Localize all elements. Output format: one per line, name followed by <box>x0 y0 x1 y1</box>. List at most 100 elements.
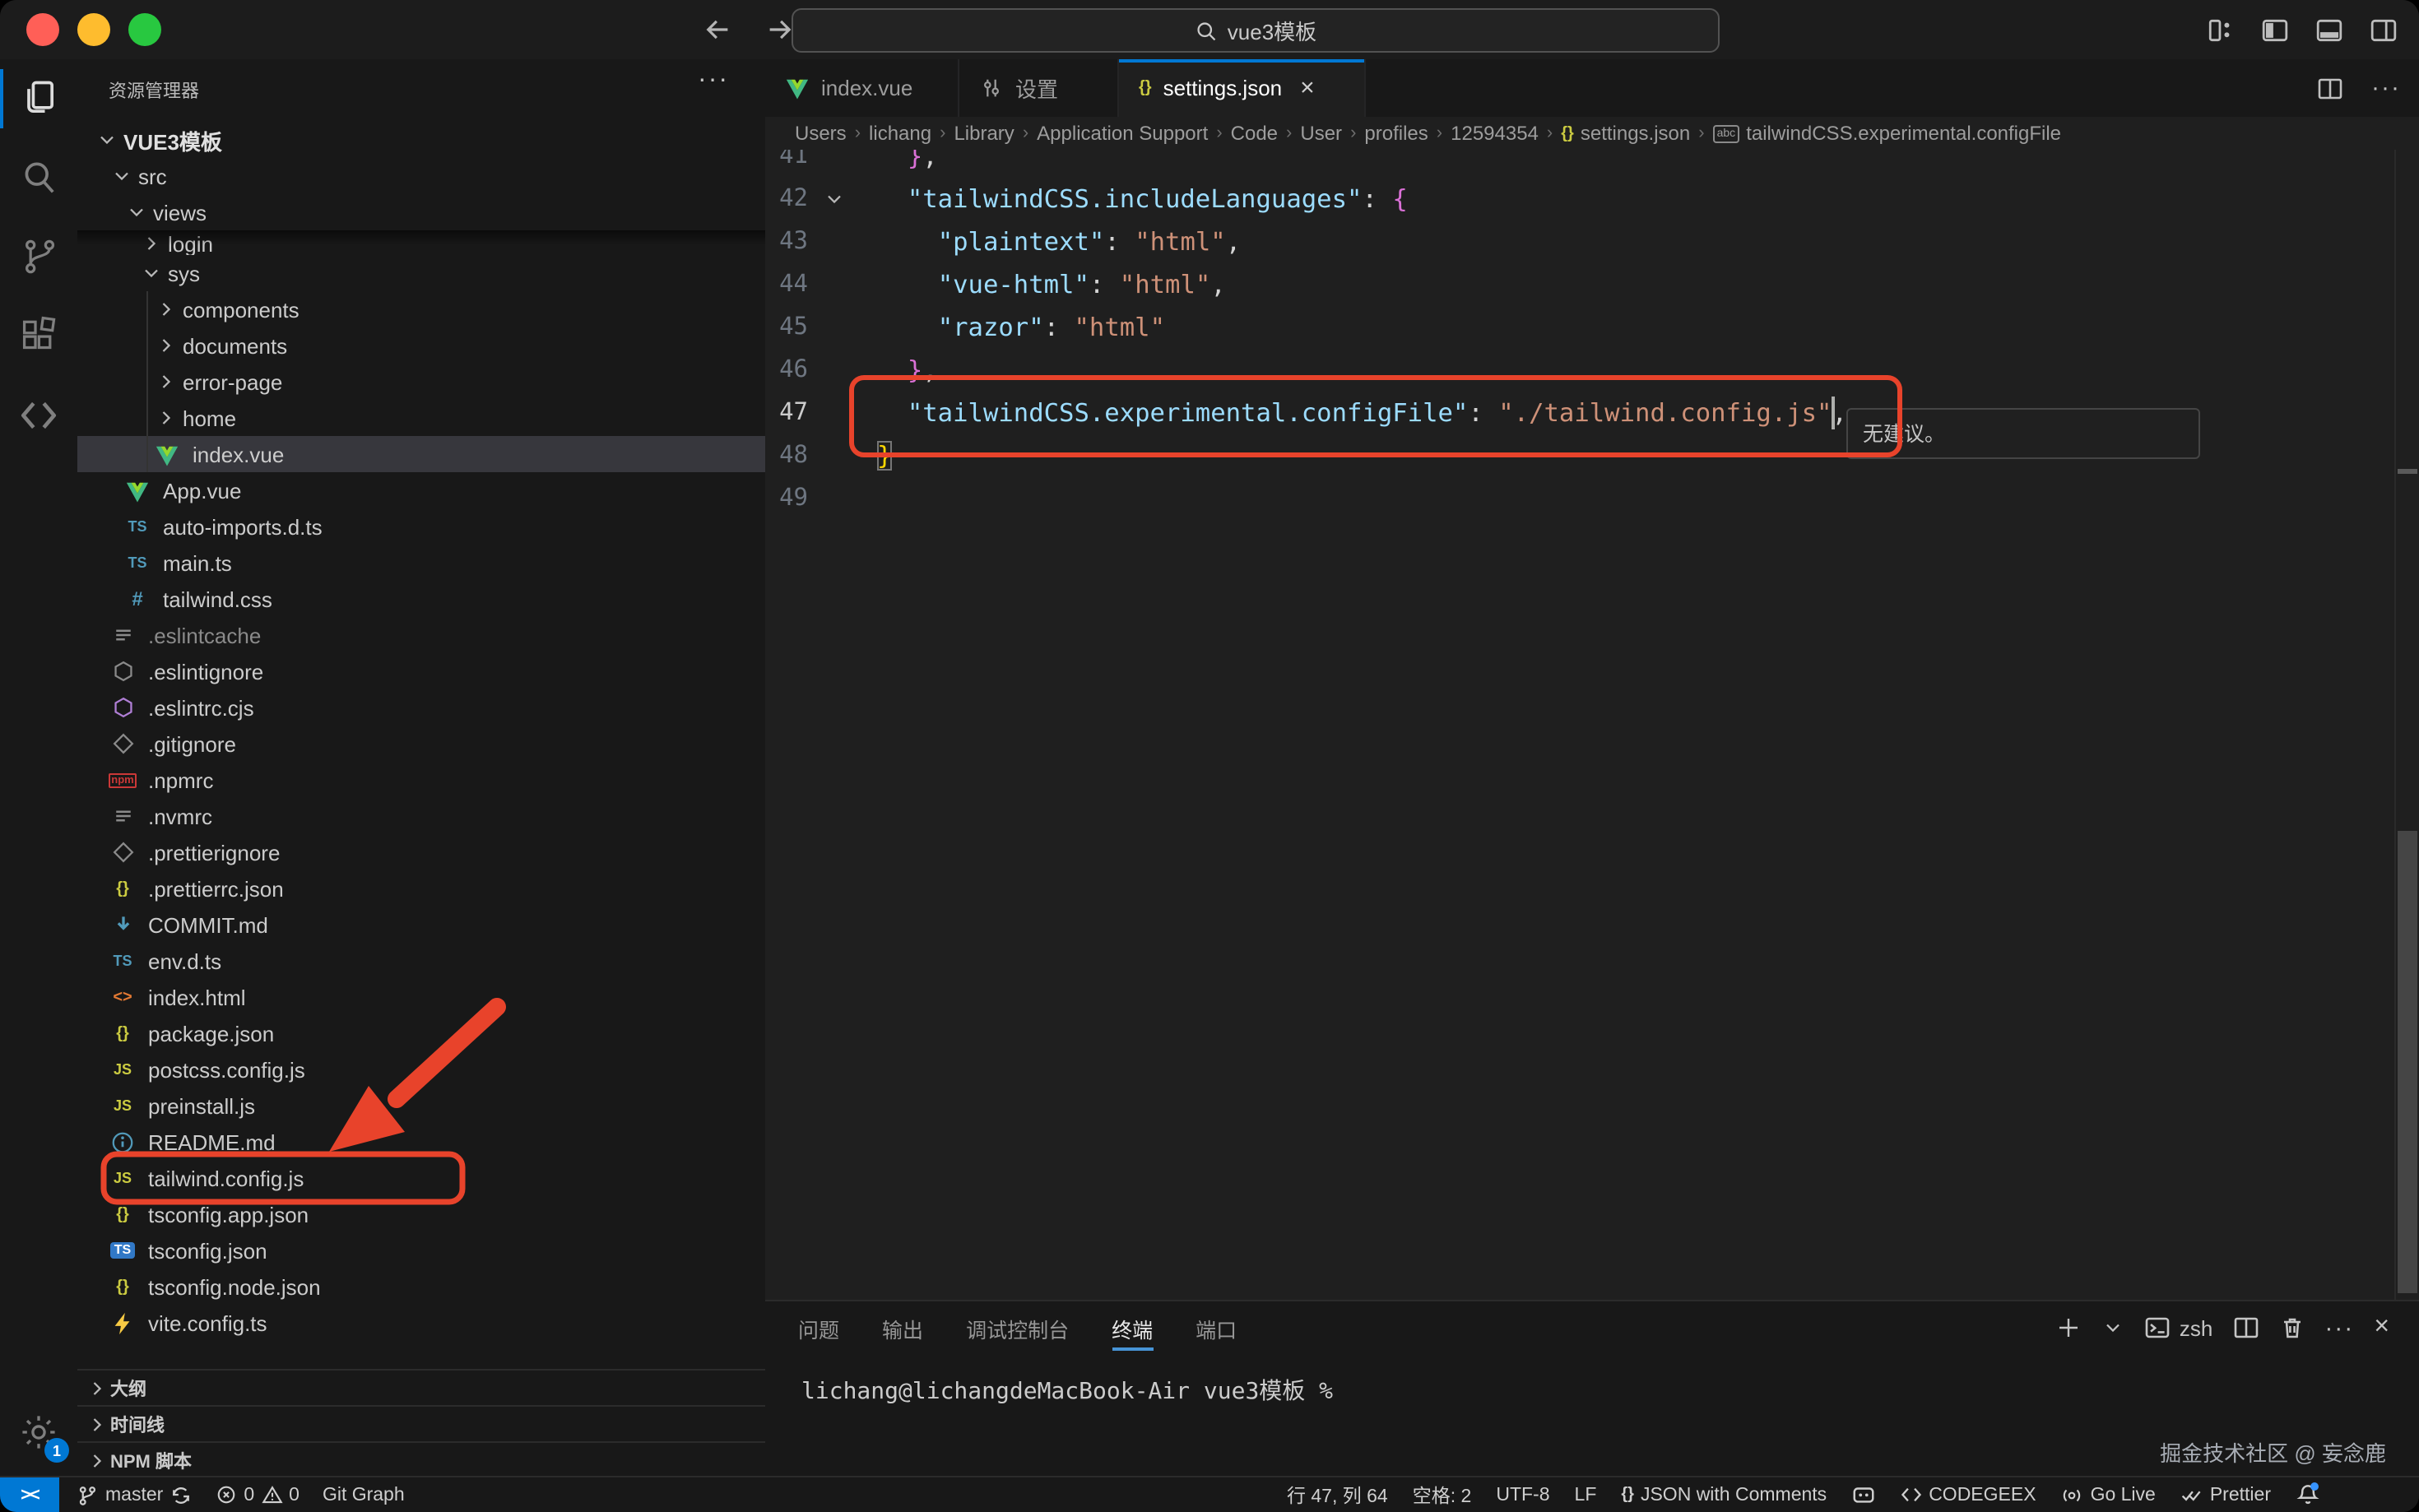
terminal-shell-item[interactable]: zsh <box>2145 1315 2212 1341</box>
code-editor[interactable]: 无建议。 41 },42 "tailwindCSS.includeLanguag… <box>765 150 2419 1300</box>
toggle-panel-icon[interactable] <box>2312 13 2345 46</box>
minimize-window-button[interactable] <box>77 13 110 46</box>
breadcrumb-item-lichang[interactable]: lichang <box>869 122 931 145</box>
tree-folder-VUE3模板[interactable]: VUE3模板 <box>77 122 765 158</box>
tree-file-.npmrc[interactable]: npm.npmrc <box>77 762 765 798</box>
tree-file-.prettierignore[interactable]: .prettierignore <box>77 834 765 870</box>
tree-file-tsconfig.json[interactable]: TStsconfig.json <box>77 1232 765 1269</box>
breadcrumb-item-settings.json[interactable]: {}settings.json <box>1561 122 1690 145</box>
split-editor-icon[interactable] <box>2314 72 2347 104</box>
panel-tab-调试控制台[interactable]: 调试控制台 <box>966 1301 1069 1354</box>
fold-chevron-icon[interactable] <box>821 178 847 220</box>
tab-settings.json[interactable]: {}settings.json× <box>1119 59 1366 117</box>
navigate-back-button[interactable] <box>698 10 737 49</box>
status-indentation[interactable]: 空格: 2 <box>1413 1482 1472 1508</box>
editor-more-actions-icon[interactable]: ··· <box>2370 72 2403 104</box>
item-label: .eslintcache <box>148 623 261 647</box>
status-cursor-position[interactable]: 行 47, 列 64 <box>1287 1482 1388 1508</box>
sidebar-section-NPM 脚本[interactable]: NPM 脚本 <box>77 1441 765 1476</box>
breadcrumb-item-User[interactable]: User <box>1300 122 1342 145</box>
status-codegeex[interactable]: CODEGEEX <box>1901 1484 2036 1505</box>
tree-file-postcss.config.js[interactable]: JSpostcss.config.js <box>77 1051 765 1088</box>
tree-folder-error-page[interactable]: error-page <box>77 364 765 400</box>
status-go-live[interactable]: Go Live <box>2061 1483 2156 1506</box>
breadcrumb-item-12594354[interactable]: 12594354 <box>1451 122 1539 145</box>
remote-indicator[interactable]: >< <box>0 1477 59 1512</box>
activity-extensions-icon[interactable] <box>0 296 77 375</box>
activity-source-control-icon[interactable] <box>0 217 77 296</box>
tree-file-.eslintrc.cjs[interactable]: .eslintrc.cjs <box>77 689 765 726</box>
new-terminal-icon[interactable] <box>2056 1315 2082 1341</box>
notifications-bell-icon[interactable] <box>2296 1482 2320 1507</box>
toggle-primary-sidebar-icon[interactable] <box>2258 13 2291 46</box>
tree-file-App.vue[interactable]: App.vue <box>77 472 765 508</box>
tree-folder-components[interactable]: components <box>77 291 765 327</box>
status-encoding[interactable]: UTF-8 <box>1496 1485 1549 1505</box>
status-problems[interactable]: 00 <box>216 1484 299 1505</box>
breadcrumb-item-profiles[interactable]: profiles <box>1364 122 1428 145</box>
tree-folder-views[interactable]: views <box>77 194 765 230</box>
tree-file-.eslintcache[interactable]: .eslintcache <box>77 617 765 653</box>
tree-file-tailwind.config.js[interactable]: JStailwind.config.js <box>77 1160 765 1196</box>
breadcrumb-item-Library[interactable]: Library <box>954 122 1014 145</box>
tree-file-main.ts[interactable]: TSmain.ts <box>77 545 765 581</box>
kill-terminal-icon[interactable] <box>2278 1315 2305 1341</box>
copilot-icon[interactable] <box>1851 1482 1876 1507</box>
status-git-graph[interactable]: Git Graph <box>323 1485 405 1505</box>
tree-file-.eslintignore[interactable]: .eslintignore <box>77 653 765 689</box>
command-center-search[interactable]: vue3模板 <box>792 8 1720 53</box>
tree-file-.gitignore[interactable]: .gitignore <box>77 726 765 762</box>
status-branch[interactable]: master <box>76 1483 193 1506</box>
tree-folder-sys[interactable]: sys <box>77 255 765 291</box>
close-panel-icon[interactable]: × <box>2374 1313 2389 1343</box>
tab-index.vue[interactable]: index.vue <box>765 59 959 117</box>
tree-file-README.md[interactable]: README.md <box>77 1124 765 1160</box>
panel-tab-问题[interactable]: 问题 <box>798 1301 839 1354</box>
more-actions-icon[interactable]: ··· <box>698 66 729 95</box>
customize-layout-icon[interactable] <box>2203 13 2236 46</box>
breadcrumb-item-Code[interactable]: Code <box>1231 122 1278 145</box>
close-window-button[interactable] <box>26 13 59 46</box>
tree-folder-src[interactable]: src <box>77 158 765 194</box>
tree-file-package.json[interactable]: {}package.json <box>77 1015 765 1051</box>
tree-file-index.vue[interactable]: index.vue <box>77 436 765 472</box>
status-language-mode[interactable]: {}JSON with Comments <box>1621 1485 1827 1505</box>
manage-gear-icon[interactable]: 1 <box>0 1389 77 1474</box>
editor-scrollbar-thumb[interactable] <box>2398 831 2417 1293</box>
activity-explorer-icon[interactable] <box>0 59 77 138</box>
panel-tab-终端[interactable]: 终端 <box>1112 1301 1153 1354</box>
breadcrumb-item-Users[interactable]: Users <box>795 122 847 145</box>
tree-file-preinstall.js[interactable]: JSpreinstall.js <box>77 1088 765 1124</box>
terminal-prompt[interactable]: lichang@lichangdeMacBook-Air vue3模板 % <box>801 1374 1333 1407</box>
tree-file-tsconfig.node.json[interactable]: {}tsconfig.node.json <box>77 1269 765 1305</box>
tree-file-.nvmrc[interactable]: .nvmrc <box>77 798 765 834</box>
tree-folder-documents[interactable]: documents <box>77 327 765 364</box>
sidebar-section-时间线[interactable]: 时间线 <box>77 1405 765 1443</box>
panel-more-actions-icon[interactable]: ··· <box>2324 1314 2354 1342</box>
tree-file-index.html[interactable]: <>index.html <box>77 979 765 1015</box>
tree-folder-home[interactable]: home <box>77 400 765 436</box>
zoom-window-button[interactable] <box>128 13 161 46</box>
close-icon[interactable]: × <box>1300 74 1315 102</box>
panel-tab-输出[interactable]: 输出 <box>882 1301 923 1354</box>
activity-search-icon[interactable] <box>0 138 77 217</box>
tab-设置[interactable]: 设置 <box>959 59 1119 117</box>
split-terminal-icon[interactable] <box>2232 1315 2259 1341</box>
toggle-secondary-sidebar-icon[interactable] <box>2366 13 2399 46</box>
tree-file-env.d.ts[interactable]: TSenv.d.ts <box>77 943 765 979</box>
tree-file-auto-imports.d.ts[interactable]: TSauto-imports.d.ts <box>77 508 765 545</box>
breadcrumb-item-Application Support[interactable]: Application Support <box>1037 122 1208 145</box>
tree-file-COMMIT.md[interactable]: COMMIT.md <box>77 907 765 943</box>
tree-file-tailwind.css[interactable]: #tailwind.css <box>77 581 765 617</box>
activity-codegeex-icon[interactable] <box>0 375 77 454</box>
file-type-icon <box>109 1129 137 1155</box>
terminal-dropdown-chevron-icon[interactable] <box>2102 1316 2125 1339</box>
tree-file-.prettierrc.json[interactable]: {}.prettierrc.json <box>77 870 765 907</box>
status-eol[interactable]: LF <box>1575 1485 1597 1505</box>
status-prettier[interactable]: Prettier <box>2180 1483 2271 1506</box>
tree-file-vite.config.ts[interactable]: vite.config.ts <box>77 1305 765 1341</box>
panel-tab-端口[interactable]: 端口 <box>1196 1301 1237 1354</box>
tree-file-tsconfig.app.json[interactable]: {}tsconfig.app.json <box>77 1196 765 1232</box>
sidebar-section-大纲[interactable]: 大纲 <box>77 1369 765 1407</box>
breadcrumb-item-tailwindCSS.experimental.configFile[interactable]: abctailwindCSS.experimental.configFile <box>1713 122 2061 145</box>
